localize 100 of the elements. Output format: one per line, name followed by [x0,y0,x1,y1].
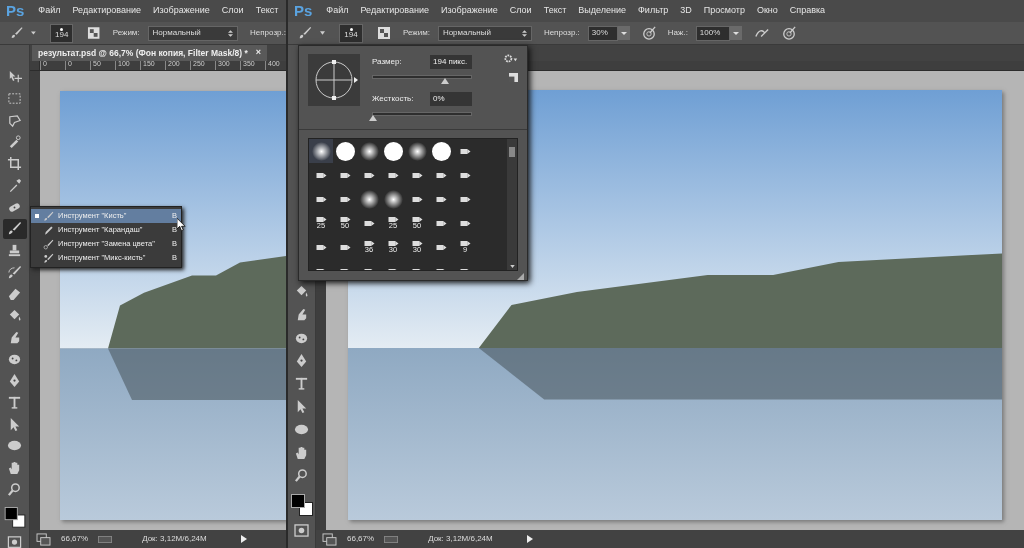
pencil-icon [43,224,54,236]
paint-bucket-icon [294,284,309,299]
status-toggle-icon[interactable] [384,535,399,543]
screen-mode-icon[interactable] [36,532,51,546]
color-replacement-icon [43,238,54,250]
menu-item[interactable]: Файл [326,4,349,18]
brush-preset-picker[interactable]: 194 [339,23,363,43]
brush-dot-icon [60,27,64,31]
scroll-down-icon[interactable] [509,265,515,269]
crop-icon [7,156,22,172]
menu-item[interactable]: Редактирование [72,4,142,18]
brush-tip-icon [363,240,375,246]
soft-brush-icon [359,189,379,209]
blend-mode-dropdown[interactable]: Нормальный [437,25,532,41]
quick-mask-icon[interactable] [294,524,309,537]
menu-item[interactable]: 3D [680,4,692,18]
hardness-field[interactable]: 0% [430,92,472,107]
brush-tip-icon [339,196,351,202]
flow-label: Наж.: [667,27,688,39]
brush-preset-picker[interactable]: 194 [50,23,74,43]
tool-button[interactable] [2,218,27,239]
app-logo: Ps [294,0,313,21]
history-brush-icon [7,264,22,280]
brush-preset[interactable] [381,187,405,211]
brush-icon [298,26,312,40]
airbrush-icon[interactable] [753,26,770,40]
brush-tip-icon [339,216,351,222]
menu-item[interactable]: Файл [38,4,61,18]
eyedropper-icon [7,177,22,193]
opacity-field[interactable]: 30% [587,25,618,41]
brush-preset[interactable] [381,139,405,163]
brush-tip-icon [315,244,327,250]
brush-tip-icon [315,216,327,222]
brush-tip-icon [387,216,399,222]
caret-icon[interactable] [31,31,37,35]
brush-panel-toggle-icon[interactable] [377,26,391,40]
stamp-icon [7,242,22,258]
brush-tip-icon [459,148,471,154]
pen-icon [294,353,309,368]
type-tool-icon [7,394,22,410]
status-toggle-icon[interactable] [98,535,113,543]
play-arrow-icon[interactable] [240,535,247,543]
brush-tip-icon [411,196,423,202]
document-size-text: Док: 3,12M/6,24M [428,533,493,545]
screen-mode-icon[interactable] [322,532,337,546]
zoom-icon [294,468,309,483]
zoom-level-text: 66,67% [347,533,375,545]
menu-item[interactable]: Окно [756,4,778,18]
brush-preset[interactable] [429,139,453,163]
menu-item[interactable]: Выделение [578,4,627,18]
opacity-label: Непрозр.: [543,27,580,39]
caret-icon[interactable] [320,31,325,35]
menu-item[interactable]: Изображение [441,4,498,18]
brush-tip-icon [459,220,471,226]
brush-preset[interactable] [333,139,357,163]
hand-icon [7,460,22,475]
resize-grip-icon[interactable] [517,273,524,280]
brush-tip-icon [339,172,351,178]
menu-item[interactable]: Фильтр [638,4,669,18]
menu-item[interactable]: Текст [543,4,567,18]
blend-mode-dropdown[interactable]: Нормальный [147,25,239,41]
ellipse-icon [294,422,309,437]
brush-icon [43,210,54,222]
flow-field[interactable]: 100% [695,25,730,41]
menu-item[interactable]: Справка [789,4,826,18]
slider-thumb[interactable] [440,77,449,84]
rectangular-marquee-icon [7,91,22,107]
mouse-pointer-icon [177,218,186,231]
menu-item[interactable]: Слои [509,4,532,18]
opacity-label: Непрозр.: [250,27,286,39]
color-swatches-icon[interactable] [3,507,26,528]
gear-icon[interactable] [504,54,518,63]
menu-item[interactable]: Редактирование [360,4,430,18]
brush-preset[interactable] [357,187,381,211]
menu-item[interactable]: Изображение [153,4,210,18]
brush-tip-icon [435,244,447,250]
move-tool-icon [7,69,22,85]
document-tab[interactable]: результат.psd @ 66,7% (Фон копия, Filter Mask/8) * × [32,45,268,61]
zoom-level-text: 66,67% [61,533,89,545]
brush-tip-icon [315,196,327,202]
brush-icon [10,26,24,40]
close-tab-button[interactable]: × [255,46,262,60]
brush-angle-preview-icon [308,54,360,106]
menu-item[interactable]: Текст [255,4,279,18]
menu-item[interactable]: Слои [221,4,244,18]
color-swatches-icon[interactable] [290,494,313,516]
brush-panel-toggle-icon[interactable] [87,26,101,40]
brush-preset[interactable] [405,139,429,163]
menu-item[interactable]: Просмотр [703,4,745,18]
quick-mask-icon[interactable] [7,535,22,548]
scrollbar[interactable] [507,139,517,271]
brush-preset[interactable] [309,139,333,163]
brush-preset[interactable] [357,139,381,163]
mode-label: Режим: [403,27,430,39]
size-field[interactable]: 194 пикс. [430,54,472,69]
pen-icon [7,373,22,389]
hard-brush-icon [383,141,403,161]
brush-tip-icon [459,196,471,202]
play-arrow-icon[interactable] [526,535,533,543]
slider-thumb[interactable] [369,115,377,122]
